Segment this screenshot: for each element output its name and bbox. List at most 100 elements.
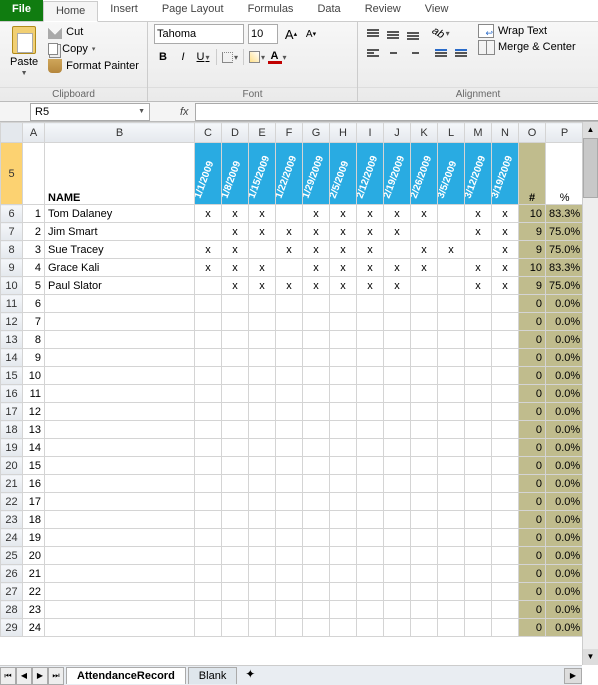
cell-mark[interactable] bbox=[492, 385, 519, 403]
cell-mark[interactable]: x bbox=[357, 277, 384, 295]
cell-mark[interactable] bbox=[465, 439, 492, 457]
cell-mark[interactable] bbox=[438, 601, 465, 619]
cell-mark[interactable] bbox=[249, 403, 276, 421]
row-header-5[interactable]: 5 bbox=[1, 143, 23, 205]
cell-mark[interactable] bbox=[276, 565, 303, 583]
cell-mark[interactable]: x bbox=[303, 277, 330, 295]
cell-mark[interactable] bbox=[276, 205, 303, 223]
date-header-7[interactable]: 2/19/2009 bbox=[384, 143, 411, 205]
formula-bar-input[interactable] bbox=[195, 103, 598, 121]
cell-mark[interactable]: x bbox=[492, 205, 519, 223]
cell-mark[interactable] bbox=[465, 421, 492, 439]
cell-name[interactable]: Tom Dalaney bbox=[45, 205, 195, 223]
cell-mark[interactable] bbox=[411, 403, 438, 421]
cell-mark[interactable] bbox=[249, 421, 276, 439]
cell-name[interactable] bbox=[45, 313, 195, 331]
cell-mark[interactable] bbox=[384, 493, 411, 511]
cell-name[interactable]: Jim Smart bbox=[45, 223, 195, 241]
cell-count[interactable]: 0 bbox=[519, 475, 546, 493]
cell-count[interactable]: 0 bbox=[519, 565, 546, 583]
cell-mark[interactable] bbox=[195, 439, 222, 457]
sheet-nav-last[interactable]: ⏭ bbox=[48, 667, 64, 685]
cell-mark[interactable] bbox=[438, 475, 465, 493]
row-header-14[interactable]: 14 bbox=[1, 349, 23, 367]
cell-mark[interactable] bbox=[249, 295, 276, 313]
cell-mark[interactable] bbox=[276, 547, 303, 565]
name-header[interactable]: NAME bbox=[45, 143, 195, 205]
cell-mark[interactable]: x bbox=[384, 259, 411, 277]
cell-percent[interactable]: 0.0% bbox=[546, 367, 584, 385]
cell-mark[interactable] bbox=[222, 475, 249, 493]
cell-mark[interactable]: x bbox=[411, 259, 438, 277]
tab-file[interactable]: File bbox=[0, 0, 43, 21]
cell-index[interactable]: 16 bbox=[23, 475, 45, 493]
cell-mark[interactable] bbox=[249, 457, 276, 475]
cell-mark[interactable] bbox=[276, 259, 303, 277]
sheet-tab-blank[interactable]: Blank bbox=[188, 667, 238, 684]
cell-mark[interactable] bbox=[411, 583, 438, 601]
cell-name[interactable]: Sue Tracey bbox=[45, 241, 195, 259]
cell-mark[interactable] bbox=[330, 367, 357, 385]
cell-index[interactable]: 14 bbox=[23, 439, 45, 457]
cell-name[interactable] bbox=[45, 475, 195, 493]
cell-mark[interactable] bbox=[357, 583, 384, 601]
cell-mark[interactable] bbox=[384, 457, 411, 475]
cell-mark[interactable] bbox=[384, 511, 411, 529]
row-header-15[interactable]: 15 bbox=[1, 367, 23, 385]
cell-mark[interactable] bbox=[195, 313, 222, 331]
cell-mark[interactable] bbox=[384, 619, 411, 637]
date-header-11[interactable]: 3/19/2009 bbox=[492, 143, 519, 205]
cell-mark[interactable]: x bbox=[492, 223, 519, 241]
cell-mark[interactable] bbox=[222, 439, 249, 457]
cell-mark[interactable] bbox=[357, 331, 384, 349]
col-header-G[interactable]: G bbox=[303, 123, 330, 143]
cell-name[interactable] bbox=[45, 583, 195, 601]
cell-mark[interactable] bbox=[249, 439, 276, 457]
cell-mark[interactable] bbox=[276, 367, 303, 385]
cell-mark[interactable]: x bbox=[330, 241, 357, 259]
cell-name[interactable] bbox=[45, 349, 195, 367]
bold-button[interactable]: B bbox=[154, 48, 172, 66]
date-header-10[interactable]: 3/12/2009 bbox=[465, 143, 492, 205]
shrink-font-button[interactable]: A▾ bbox=[302, 25, 320, 43]
cell-index[interactable]: 18 bbox=[23, 511, 45, 529]
cell-mark[interactable] bbox=[303, 493, 330, 511]
cell-mark[interactable]: x bbox=[276, 241, 303, 259]
date-header-3[interactable]: 1/22/2009 bbox=[276, 143, 303, 205]
cell-mark[interactable] bbox=[411, 547, 438, 565]
align-right-button[interactable] bbox=[404, 44, 422, 62]
cell-mark[interactable] bbox=[330, 511, 357, 529]
cell-mark[interactable] bbox=[384, 565, 411, 583]
col-header-P[interactable]: P bbox=[546, 123, 584, 143]
cell-mark[interactable] bbox=[222, 457, 249, 475]
fx-icon[interactable]: fx bbox=[180, 106, 189, 118]
cell-mark[interactable] bbox=[303, 295, 330, 313]
cell-mark[interactable] bbox=[195, 511, 222, 529]
cell-mark[interactable] bbox=[222, 313, 249, 331]
col-header-H[interactable]: H bbox=[330, 123, 357, 143]
cell-percent[interactable]: 75.0% bbox=[546, 277, 584, 295]
cell-mark[interactable] bbox=[303, 421, 330, 439]
cell-mark[interactable] bbox=[330, 493, 357, 511]
cell-mark[interactable] bbox=[330, 601, 357, 619]
cell-mark[interactable] bbox=[276, 511, 303, 529]
cell-count[interactable]: 0 bbox=[519, 367, 546, 385]
cell-mark[interactable] bbox=[357, 619, 384, 637]
cell-mark[interactable] bbox=[384, 295, 411, 313]
cell-mark[interactable]: x bbox=[330, 277, 357, 295]
cell-mark[interactable] bbox=[303, 349, 330, 367]
cell-index[interactable]: 7 bbox=[23, 313, 45, 331]
font-name-select[interactable] bbox=[154, 24, 244, 44]
cell-mark[interactable] bbox=[492, 511, 519, 529]
cell-mark[interactable]: x bbox=[276, 277, 303, 295]
cell-mark[interactable] bbox=[438, 277, 465, 295]
cell-mark[interactable]: x bbox=[222, 241, 249, 259]
cell-mark[interactable] bbox=[411, 565, 438, 583]
merge-center-button[interactable]: Merge & Center bbox=[478, 40, 576, 54]
cell-index[interactable]: 11 bbox=[23, 385, 45, 403]
cell-percent[interactable]: 83.3% bbox=[546, 259, 584, 277]
cell-mark[interactable] bbox=[249, 583, 276, 601]
cell-name[interactable]: Paul Slator bbox=[45, 277, 195, 295]
font-color-button[interactable]: A bbox=[268, 48, 286, 66]
cell-mark[interactable] bbox=[222, 403, 249, 421]
